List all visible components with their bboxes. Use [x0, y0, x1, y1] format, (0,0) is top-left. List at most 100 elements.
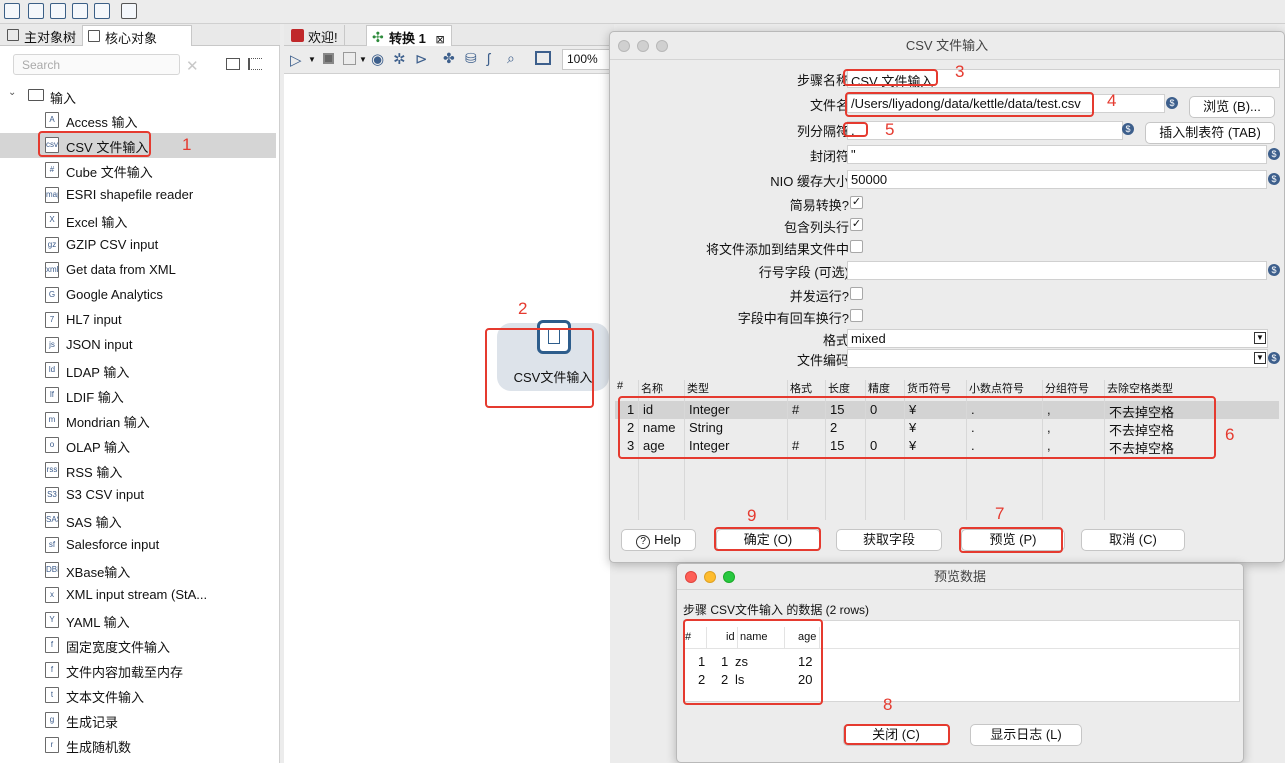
variable-icon[interactable]: $ — [1268, 352, 1280, 364]
dropdown-arrow-icon[interactable]: ▼ — [1254, 332, 1266, 344]
collapse-tree-icon[interactable] — [248, 58, 262, 70]
tree-item[interactable]: f 固定宽度文件输入 — [0, 633, 276, 658]
tree-item[interactable]: 7 HL7 input — [0, 308, 276, 333]
tree-item[interactable]: x XML input stream (StA... — [0, 583, 276, 608]
impact-icon[interactable]: ⛁ — [465, 50, 477, 67]
preview-eye-icon[interactable]: ◉ — [371, 50, 384, 68]
rownum-field-input[interactable] — [847, 261, 1267, 280]
add-to-result-checkbox[interactable] — [850, 240, 863, 253]
tree-item[interactable]: DBF XBase输入 — [0, 558, 276, 583]
column-header[interactable]: 名称 — [641, 380, 663, 396]
column-header[interactable]: 类型 — [687, 380, 709, 396]
pause-icon[interactable] — [323, 53, 334, 64]
variable-icon[interactable]: $ — [1166, 97, 1178, 109]
tree-item[interactable]: Y YAML 输入 — [0, 608, 276, 633]
run-icon[interactable]: ▷ — [290, 51, 302, 69]
column-header[interactable]: 格式 — [790, 380, 812, 396]
dropdown-arrow-icon[interactable]: ▼ — [1254, 352, 1266, 364]
close-window-icon[interactable] — [618, 40, 630, 52]
tree-item[interactable]: xml Get data from XML — [0, 258, 276, 283]
variable-icon[interactable]: $ — [1268, 173, 1280, 185]
newline-checkbox[interactable] — [850, 309, 863, 322]
zoom-select[interactable]: 100% — [562, 49, 612, 70]
variable-icon[interactable]: $ — [1268, 264, 1280, 276]
format-select[interactable]: mixed — [847, 329, 1268, 348]
column-header[interactable]: 去除空格类型 — [1107, 380, 1173, 396]
help-button[interactable]: ? Help — [621, 529, 696, 551]
show-log-button[interactable]: 显示日志 (L) — [970, 724, 1082, 746]
column-header[interactable]: 精度 — [868, 380, 890, 396]
verify-icon[interactable]: ✤ — [443, 50, 455, 67]
close-window-icon[interactable] — [685, 571, 697, 583]
layers-icon[interactable] — [121, 3, 137, 19]
browse-button[interactable]: 浏览 (B)... — [1189, 96, 1275, 118]
save-as-icon[interactable] — [94, 3, 110, 19]
tree-item[interactable]: js JSON input — [0, 333, 276, 358]
explore-db-icon[interactable]: ⌕ — [507, 50, 515, 67]
cancel-button[interactable]: 取消 (C) — [1081, 529, 1185, 551]
sql-icon[interactable]: ʃ — [487, 50, 490, 66]
enclosure-input[interactable]: " — [847, 145, 1267, 164]
tree-item[interactable]: X Excel 输入 — [0, 208, 276, 233]
tree-item[interactable]: # Cube 文件输入 — [0, 158, 276, 183]
tree-item[interactable]: map ESRI shapefile reader — [0, 183, 276, 208]
save-icon[interactable] — [72, 3, 88, 19]
new-file-icon[interactable] — [4, 3, 20, 19]
tree-item[interactable]: SAS SAS 输入 — [0, 508, 276, 533]
tree-item[interactable]: rss RSS 输入 — [0, 458, 276, 483]
column-header[interactable]: 货币符号 — [907, 380, 951, 396]
maximize-window-icon[interactable] — [656, 40, 668, 52]
expand-tree-icon[interactable] — [226, 58, 240, 70]
open-folder-icon[interactable] — [28, 3, 44, 19]
search-input[interactable]: Search — [13, 54, 180, 75]
column-header[interactable]: # — [617, 380, 623, 392]
replay-icon[interactable]: ⊳ — [415, 50, 428, 68]
tree-item[interactable]: o OLAP 输入 — [0, 433, 276, 458]
maximize-window-icon[interactable] — [723, 571, 735, 583]
lazy-conversion-checkbox[interactable]: ✓ — [850, 196, 863, 209]
close-tab-icon[interactable]: ⊠ — [435, 34, 444, 46]
tree-item[interactable]: G Google Analytics — [0, 283, 276, 308]
tree-item[interactable]: g 生成记录 — [0, 708, 276, 733]
header-row-checkbox[interactable]: ✓ — [850, 218, 863, 231]
explore-icon[interactable] — [50, 3, 66, 19]
tree-item-label: Mondrian 输入 — [66, 415, 150, 430]
stop-dropdown-icon[interactable]: ▼ — [359, 55, 367, 64]
nio-buffer-input[interactable]: 50000 — [847, 170, 1267, 189]
minimize-window-icon[interactable] — [637, 40, 649, 52]
transformation-canvas[interactable]: CSV文件输入 2 — [284, 74, 610, 763]
tree-item[interactable]: S3 S3 CSV input — [0, 483, 276, 508]
tree-item[interactable]: A Access 输入 — [0, 108, 276, 133]
clear-search-icon[interactable]: ✕ — [186, 57, 199, 75]
tree-item[interactable]: ld LDAP 输入 — [0, 358, 276, 383]
get-fields-button[interactable]: 获取字段 — [836, 529, 942, 551]
grid-icon[interactable] — [535, 51, 551, 65]
tree-item-label: S3 CSV input — [66, 487, 145, 502]
tree-item[interactable]: r 生成随机数 — [0, 733, 276, 758]
tab-core-objects[interactable]: 核心对象 — [82, 25, 192, 46]
tab-transformation-1[interactable]: ✣ 转换 1 ⊠ — [366, 25, 452, 46]
tree-item-label: LDAP 输入 — [66, 365, 130, 380]
tab-main-object-tree[interactable]: 主对象树 — [2, 25, 80, 46]
tree-item[interactable]: sf Salesforce input — [0, 533, 276, 558]
debug-icon[interactable]: ✲ — [393, 50, 406, 68]
chevron-down-icon[interactable]: ⌄ — [8, 87, 16, 98]
variable-icon[interactable]: $ — [1122, 123, 1134, 135]
run-dropdown-icon[interactable]: ▼ — [308, 55, 316, 64]
column-header[interactable]: 小数点符号 — [969, 380, 1024, 396]
variable-icon[interactable]: $ — [1268, 148, 1280, 160]
parallel-checkbox[interactable] — [850, 287, 863, 300]
tree-item[interactable]: t 文本文件输入 — [0, 683, 276, 708]
minimize-window-icon[interactable] — [704, 571, 716, 583]
column-header[interactable]: 长度 — [828, 380, 850, 396]
tab-welcome[interactable]: 欢迎! — [286, 25, 345, 46]
column-header[interactable]: 分组符号 — [1045, 380, 1089, 396]
tree-item[interactable]: f 文件内容加载至内存 — [0, 658, 276, 683]
tree-item[interactable]: m Mondrian 输入 — [0, 408, 276, 433]
encoding-select[interactable] — [847, 349, 1268, 368]
tab-label: 核心对象 — [105, 31, 158, 46]
tree-item[interactable]: lf LDIF 输入 — [0, 383, 276, 408]
tree-item[interactable]: gz GZIP CSV input — [0, 233, 276, 258]
insert-tab-button[interactable]: 插入制表符 (TAB) — [1145, 122, 1275, 144]
stop-icon[interactable] — [343, 52, 356, 65]
